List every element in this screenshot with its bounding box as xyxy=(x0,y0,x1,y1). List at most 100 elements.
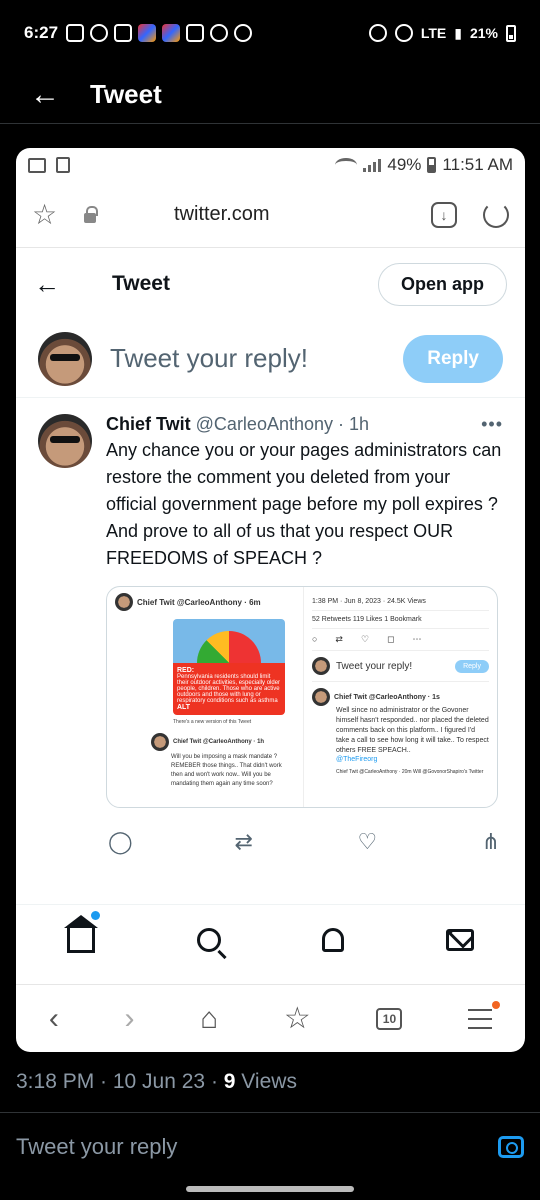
embed-actions: ○⇄♡◻⋯ xyxy=(312,629,489,651)
heart-icon: ♡ xyxy=(357,829,378,854)
back-arrow-icon: ← xyxy=(34,268,60,299)
inner-status-right: 49% 11:51 AM xyxy=(335,155,513,175)
battery-level: 21% xyxy=(469,25,498,41)
new-version-text: There's a new version of this Tweet xyxy=(173,719,252,725)
status-right: LTE ▮ 21% xyxy=(368,24,516,42)
twitter-header: ← Tweet Open app xyxy=(16,248,525,320)
embedded-screenshot: Chief Twit @CarleoAnthony · 6m RED: Penn… xyxy=(106,586,498,808)
home-icon: ⌂ xyxy=(200,1001,219,1035)
author-handle: @CarleoAnthony · 1h xyxy=(195,414,370,434)
status-time: 6:27 xyxy=(24,23,59,42)
twitter-bottom-nav xyxy=(16,904,525,974)
more-icon: ••• xyxy=(481,414,503,434)
author-name: Chief Twit xyxy=(106,414,191,434)
tweet: Chief Twit @CarleoAnthony · 1h ••• Any c… xyxy=(16,398,525,808)
search-icon xyxy=(196,927,221,952)
views-count: 9 xyxy=(223,1070,236,1093)
status-bar: 6:27 LTE ▮ 21% xyxy=(0,0,540,66)
tabs-icon: 10 xyxy=(376,1007,403,1030)
alert-body: Pennsylvania residents should limit thei… xyxy=(177,674,281,704)
bookmarks-icon: ☆ xyxy=(283,1002,311,1035)
gesture-bar[interactable] xyxy=(186,1186,354,1192)
gauge-icon xyxy=(197,631,261,663)
lock-icon xyxy=(84,205,98,223)
embed-stats: 52 Retweets 119 Likes 1 Bookmark xyxy=(312,611,489,629)
camera-icon[interactable] xyxy=(498,1136,524,1158)
no-sim-icon xyxy=(56,157,70,173)
tweet-actions: ◯ ⇄ ♡ ⋔ xyxy=(16,822,525,862)
views-label: Views xyxy=(235,1070,297,1093)
back-arrow-icon[interactable]: ← xyxy=(0,78,90,112)
twitter-title: Tweet xyxy=(112,272,170,295)
tweet-image[interactable]: 49% 11:51 AM ☆ twitter.com ↓ ← Tweet Ope… xyxy=(16,148,525,1052)
embed-meta: 1:38 PM · Jun 8, 2023 · 24.5K Views xyxy=(312,593,489,611)
embed-reply-head: Chief Twit @CarleoAnthony · 1h xyxy=(173,739,265,745)
avatar xyxy=(38,414,92,468)
embed-reply-text: Will you be imposing a mask mandate ? RE… xyxy=(171,754,282,787)
alert-panel: RED: Pennsylvania residents should limit… xyxy=(173,663,285,715)
mail-icon xyxy=(446,928,475,951)
notification-dot xyxy=(90,910,100,920)
forward-chevron-icon: › xyxy=(124,1001,135,1035)
url-text: twitter.com xyxy=(174,203,270,225)
voicemail-icon xyxy=(210,24,229,42)
reply-input[interactable]: Tweet your reply xyxy=(16,1134,498,1160)
reply-button: Reply xyxy=(403,334,503,383)
app-icon xyxy=(90,24,109,42)
calendar-icon xyxy=(186,24,205,42)
signal-icon: ▮ xyxy=(454,24,462,41)
alert-title: RED: xyxy=(177,667,195,674)
avatar xyxy=(312,688,330,706)
avatar xyxy=(151,733,169,751)
image-sky xyxy=(173,619,285,663)
inner-status-bar: 49% 11:51 AM xyxy=(16,148,525,182)
tweet-header: Chief Twit @CarleoAnthony · 1h ••• xyxy=(106,414,503,435)
tweet-meta: 3:18 PM · 10 Jun 23 · 9 Views xyxy=(16,1070,297,1094)
app-icon xyxy=(234,24,253,42)
reply-bar[interactable]: Tweet your reply xyxy=(16,1124,524,1170)
embed-right-head: Chief Twit @CarleoAnthony · 1s xyxy=(334,693,440,701)
star-icon: ☆ xyxy=(32,199,58,230)
tweet-timestamp: 3:18 PM · 10 Jun 23 · xyxy=(16,1070,224,1093)
battery-icon xyxy=(506,24,516,42)
message-icon xyxy=(66,24,85,42)
signal-icon xyxy=(363,158,382,172)
inner-battery-level: 49% xyxy=(387,155,422,174)
reply-placeholder: Tweet your reply! xyxy=(110,343,308,373)
battery-icon xyxy=(427,157,437,173)
embed-author-text: Chief Twit @CarleoAnthony · 6m xyxy=(137,597,261,607)
alarm-icon xyxy=(394,24,413,42)
instagram-icon xyxy=(138,24,157,42)
reply-composer: Tweet your reply! Reply xyxy=(16,320,525,398)
browser-nav: ‹ › ⌂ ☆ 10 xyxy=(16,984,525,1052)
back-chevron-icon: ‹ xyxy=(48,1001,59,1035)
wifi-icon xyxy=(335,158,358,172)
avatar xyxy=(312,657,330,675)
inner-time: 11:51 AM xyxy=(442,155,513,174)
embed-right-panel: 1:38 PM · Jun 8, 2023 · 24.5K Views 52 R… xyxy=(303,587,497,807)
network-label: LTE xyxy=(420,25,447,41)
share-icon: ⋔ xyxy=(481,829,501,854)
bell-icon xyxy=(322,927,345,952)
avatar-notification-icon xyxy=(162,24,181,42)
download-icon: ↓ xyxy=(431,201,457,228)
image-icon xyxy=(28,157,46,173)
embed-right-sub: Chief Twit @CarleoAnthony · 20m Will @Go… xyxy=(336,769,484,775)
app-header: ← Tweet xyxy=(0,66,540,124)
notification-icons xyxy=(66,24,253,42)
add-circle-icon xyxy=(368,24,387,42)
comment-icon: ◯ xyxy=(108,829,133,854)
reload-icon xyxy=(483,201,509,228)
notification-dot xyxy=(492,1000,501,1009)
alt-badge: ALT xyxy=(177,704,191,711)
divider xyxy=(0,1112,540,1113)
air-quality-image: RED: Pennsylvania residents should limit… xyxy=(173,619,285,715)
calendar-icon xyxy=(114,24,133,42)
embed-reply-placeholder: Tweet your reply! xyxy=(336,660,413,672)
embed-left-panel: Chief Twit @CarleoAnthony · 6m RED: Penn… xyxy=(107,587,303,807)
embed-reply-composer: Tweet your reply! Reply xyxy=(312,651,489,682)
retweet-icon: ⇄ xyxy=(234,829,253,854)
embed-right-link: @TheFireorg xyxy=(336,756,378,763)
embed-right-text: Well since no administrator or the Govon… xyxy=(336,707,489,754)
embed-author: Chief Twit @CarleoAnthony · 6m xyxy=(115,593,295,611)
